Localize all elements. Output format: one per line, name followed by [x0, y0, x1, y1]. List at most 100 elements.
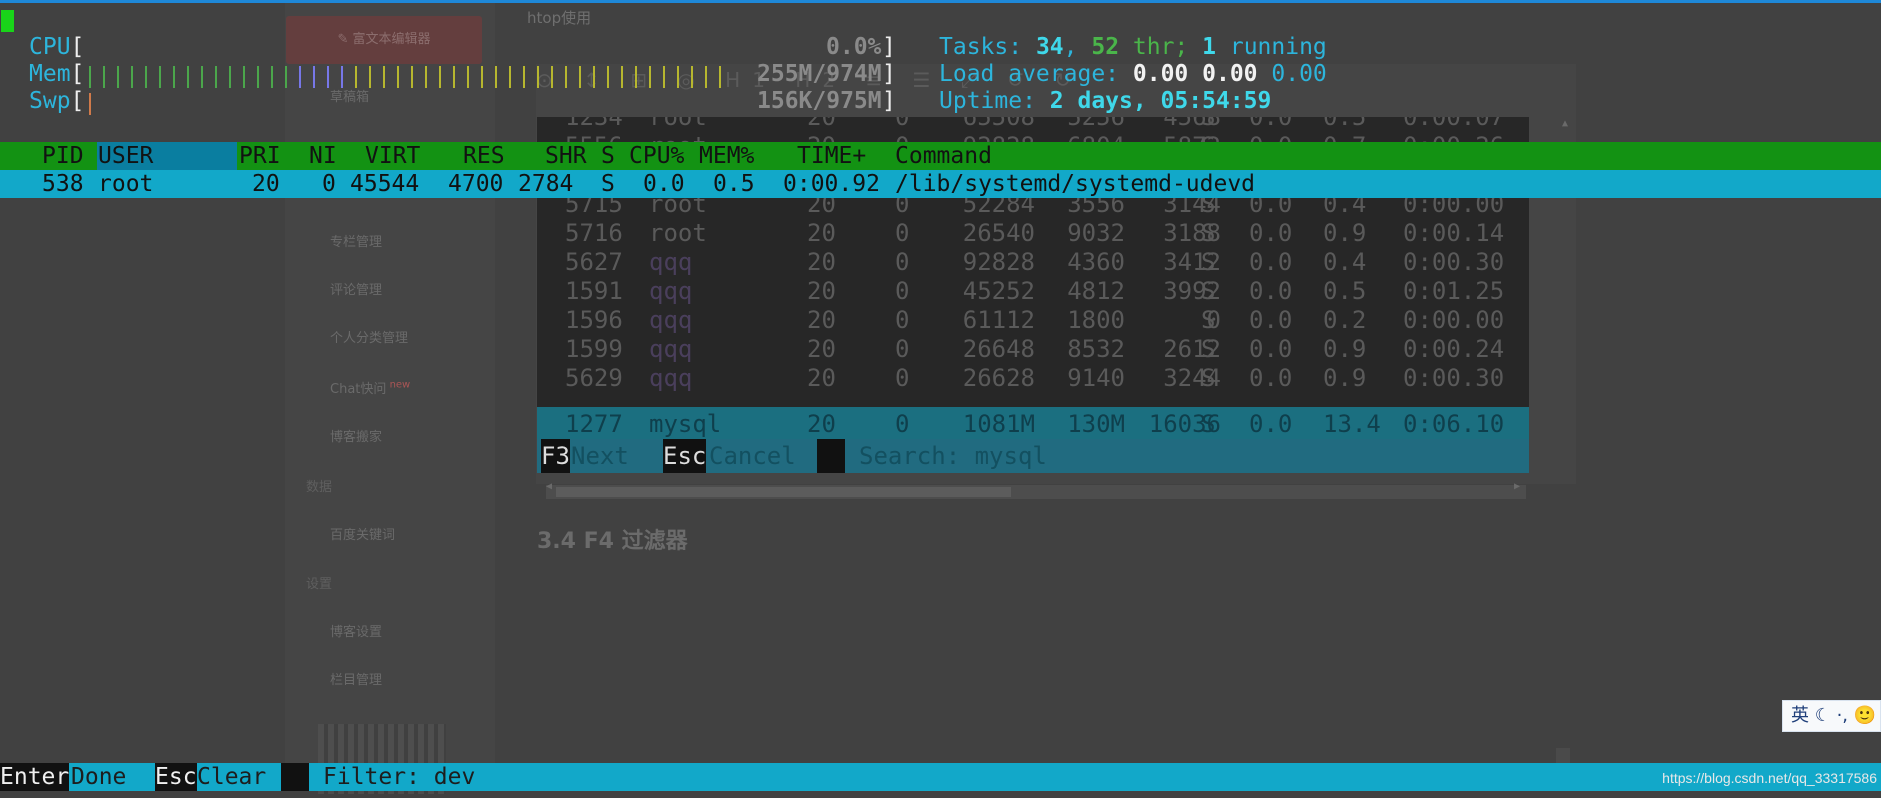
process-time: 0:00.92 [783, 171, 880, 197]
filter-spacer [281, 763, 309, 791]
embedded-cell-pid: 1596 [565, 306, 623, 334]
embedded-cell-ni: 0 [895, 335, 910, 363]
embedded-cell-cpu: 0.0 [1249, 410, 1293, 439]
clear-action[interactable]: Clear [197, 763, 266, 791]
process-cpu: 0.0 [643, 171, 685, 197]
embedded-process-row: 5627 qqq 20 0 92828 4360 3412 S 0.0 0.4 0:00.30 [537, 248, 1529, 277]
load-average: Load average: 0.00 0.00 0.00 [939, 61, 1327, 88]
embedded-cell-mem: 13.4 [1323, 410, 1381, 439]
column-ni[interactable]: NI [309, 142, 337, 170]
filter-input[interactable]: Filter: dev [323, 763, 475, 791]
embedded-process-row: 1277 mysql 20 0 1081M 130M 16036 S 0.0 13.4 0:06.1… [537, 410, 1529, 439]
embedded-cell-cpu: 0.0 [1249, 248, 1293, 276]
embedded-cell-pri: 20 [807, 335, 836, 363]
embedded-cell-time: 0:00.07 [1403, 117, 1505, 131]
embedded-cell-s: S [1201, 335, 1216, 363]
embedded-cell-pid: 5627 [565, 248, 623, 276]
embedded-cell-pid: 1599 [565, 335, 623, 363]
background-sidebar-item[interactable]: 百度关键词 [330, 524, 395, 543]
background-sidebar-item[interactable]: Chat快问 new [330, 378, 410, 397]
swp-label: Swp [29, 88, 71, 114]
mem-meter-bar [89, 66, 729, 88]
process-shr: 2784 [518, 171, 574, 197]
uptime: Uptime: 2 days, 05:54:59 [939, 88, 1271, 115]
column-cpu[interactable]: CPU% [629, 142, 684, 170]
embedded-cell-mem: 0.4 [1323, 248, 1367, 276]
scroll-left-arrow-icon[interactable]: ◀ [546, 481, 552, 492]
process-row-selected[interactable]: 538 root 20 0 45544 4700 2784 S 0.0 0.5 … [0, 170, 1881, 198]
background-sidebar-item[interactable]: 栏目管理 [330, 669, 382, 688]
column-res[interactable]: RES [463, 142, 505, 170]
embedded-cell-ni: 0 [895, 117, 910, 131]
mem-buffers-segment [299, 66, 355, 88]
embedded-cell-user: qqq [649, 306, 693, 334]
tasks-label: Tasks: [939, 34, 1036, 60]
embedded-cell-ni: 0 [895, 364, 910, 392]
embedded-cell-pri: 20 [807, 248, 836, 276]
embedded-esc-key: Esc [663, 439, 707, 473]
embedded-cell-s: S [1201, 248, 1216, 276]
embedded-cell-time: 0:00.24 [1403, 335, 1505, 363]
embedded-cell-s: S [1201, 219, 1216, 247]
swp-meter: Swp[ [29, 88, 84, 115]
column-time[interactable]: TIME+ [797, 142, 866, 170]
background-sidebar-item[interactable]: 评论管理 [330, 279, 382, 298]
background-sidebar-group: 设置 [306, 577, 333, 592]
filter-value: dev [433, 764, 476, 790]
process-table-header: PID USER PRI NI VIRT RES SHR S CPU% MEM%… [0, 142, 1881, 170]
mem-open-bracket: [ [70, 61, 85, 87]
embedded-cell-pid: 5716 [565, 219, 623, 247]
embedded-cell-mem: 0.9 [1323, 364, 1367, 392]
column-mem[interactable]: MEM% [699, 142, 754, 170]
embedded-cell-user: qqq [649, 364, 693, 392]
embedded-cancel-label: Cancel [709, 442, 796, 470]
column-shr[interactable]: SHR [545, 142, 587, 170]
scroll-right-arrow-icon[interactable]: ▶ [1514, 481, 1520, 492]
blog-watermark: https://blog.csdn.net/qq_33317586 [1662, 770, 1877, 786]
background-sidebar-item[interactable]: 专栏管理 [330, 231, 382, 250]
embedded-cell-time: 0:00.00 [1403, 306, 1505, 334]
process-ni: 0 [322, 171, 336, 197]
ime-indicator[interactable]: 英 ☾ ·, 🙂 [1782, 700, 1881, 732]
process-virt: 45544 [350, 171, 420, 197]
done-action[interactable]: Done [71, 763, 126, 791]
embedded-cell-pid: 1591 [565, 277, 623, 305]
embedded-cell-pid: 1277 [565, 410, 623, 439]
embedded-search-bar: F3 Next Esc Cancel Search: mysql [537, 439, 1529, 473]
embedded-cell-pri: 20 [807, 219, 836, 247]
embedded-cell-mem: 0.9 [1323, 335, 1367, 363]
running-label: running [1216, 34, 1327, 60]
embedded-cell-user: qqq [649, 277, 693, 305]
tasks-count: 34 [1035, 34, 1064, 60]
background-sidebar-item[interactable]: 草稿箱 [330, 86, 369, 105]
scroll-up-arrow-icon[interactable]: ▲ [1562, 118, 1568, 129]
process-pri: 20 [252, 171, 280, 197]
column-pri[interactable]: PRI [239, 142, 281, 170]
process-user: root [98, 171, 154, 197]
esc-key[interactable]: Esc [155, 763, 197, 791]
embedded-cell-pri: 20 [807, 306, 836, 334]
background-sidebar-group: 数据 [306, 480, 333, 495]
embedded-cell-pri: 20 [807, 117, 836, 131]
swp-close-bracket: ] [882, 88, 896, 114]
column-pid[interactable]: PID [42, 142, 84, 170]
column-virt[interactable]: VIRT [365, 142, 420, 170]
mem-close-bracket: ] [882, 61, 896, 87]
process-command: /lib/systemd/systemd-udevd [895, 171, 1256, 197]
background-sidebar-item[interactable]: 博客设置 [330, 621, 382, 640]
embedded-process-row: 5629 qqq 20 0 26628 9140 3244 S 0.0 0.9 0:00.30 [537, 364, 1529, 393]
uptime-label: Uptime: [939, 88, 1050, 114]
embedded-cell-s: S [1201, 117, 1216, 131]
filter-label: Filter: [323, 764, 434, 790]
background-rich-editor-button[interactable]: ✎ 富文本编辑器 [286, 16, 482, 64]
background-sidebar-item[interactable]: 个人分类管理 [330, 327, 408, 346]
background-section-heading: 3.4 F4 过滤器 [537, 529, 688, 554]
background-scroll-thumb[interactable] [556, 487, 1011, 497]
enter-key[interactable]: Enter [0, 763, 70, 791]
column-state[interactable]: S [601, 142, 615, 170]
embedded-process-row: 5716 root 20 0 26540 9032 3188 S 0.0 0.9 0:00.14 [537, 219, 1529, 248]
column-command[interactable]: Command [895, 142, 992, 170]
column-user[interactable]: USER [98, 142, 153, 170]
background-sidebar-item[interactable]: 博客搬家 [330, 426, 382, 445]
embedded-cell-s: S [1201, 277, 1216, 305]
